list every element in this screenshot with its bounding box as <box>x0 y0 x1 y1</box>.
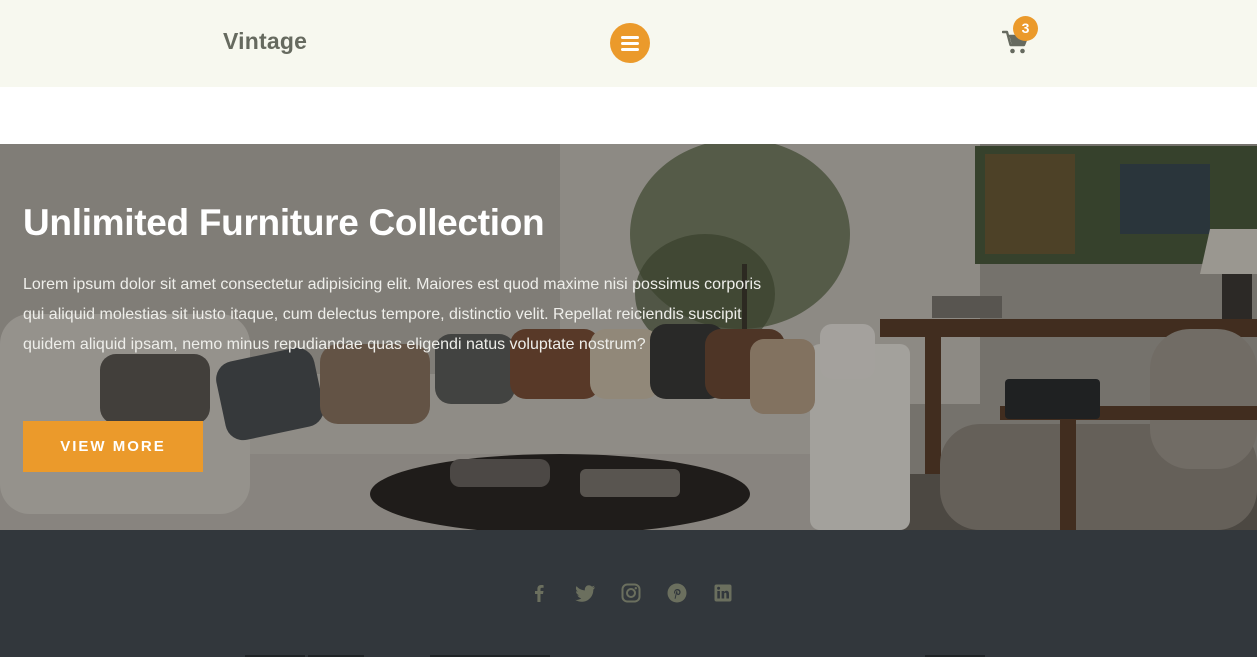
site-footer <box>0 530 1257 657</box>
instagram-link[interactable] <box>619 581 643 605</box>
brand-logo[interactable]: Vintage <box>223 28 307 55</box>
view-more-button[interactable]: VIEW MORE <box>23 421 203 472</box>
twitter-icon <box>575 585 595 602</box>
twitter-link[interactable] <box>573 581 597 605</box>
pinterest-link[interactable] <box>665 581 689 605</box>
linkedin-link[interactable] <box>711 581 735 605</box>
pinterest-icon <box>667 583 687 603</box>
linkedin-icon <box>714 584 732 602</box>
facebook-link[interactable] <box>527 581 551 605</box>
menu-button[interactable] <box>610 23 650 63</box>
site-header: Vintage 3 <box>0 0 1257 87</box>
cart-count-badge: 3 <box>1013 16 1038 41</box>
hero-description: Lorem ipsum dolor sit amet consectetur a… <box>23 276 762 353</box>
hero-title: Unlimited Furniture Collection <box>23 202 545 243</box>
hero-banner: Unlimited Furniture Collection Lorem ips… <box>0 144 1257 530</box>
facebook-icon <box>535 585 544 602</box>
instagram-icon <box>621 583 641 603</box>
